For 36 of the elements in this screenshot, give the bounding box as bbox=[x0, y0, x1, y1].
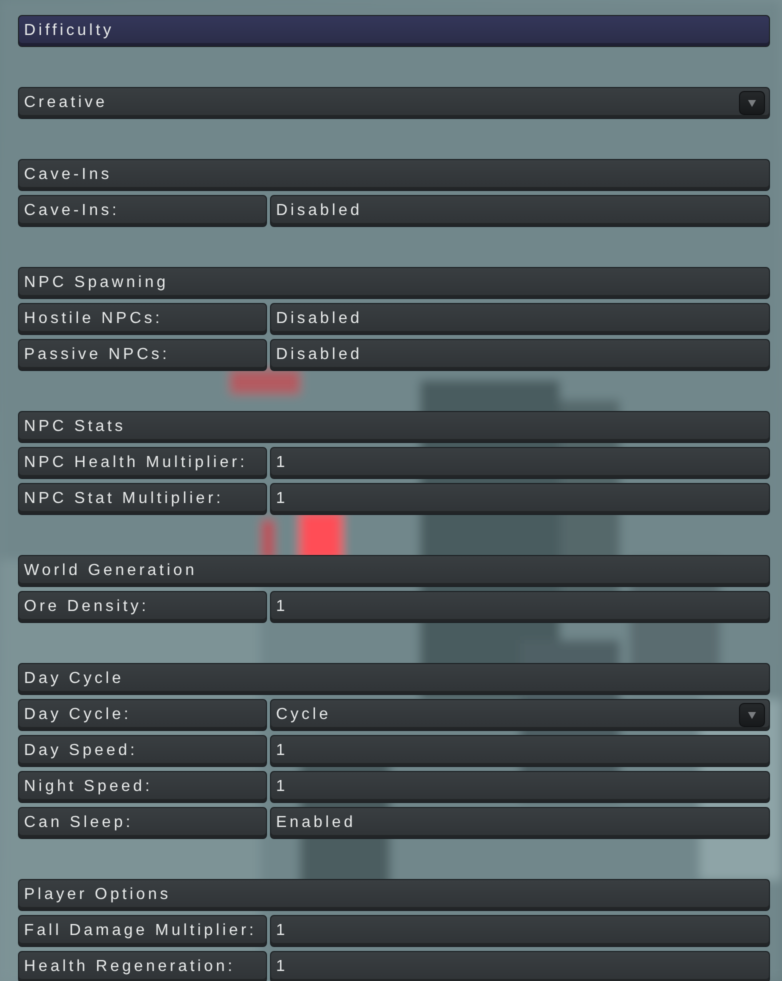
caret-icon bbox=[748, 100, 756, 106]
value-field[interactable]: 1 bbox=[270, 447, 770, 479]
setting-label: Ore Density: bbox=[18, 591, 267, 623]
value-field[interactable]: 1 bbox=[270, 483, 770, 515]
value-field[interactable]: Enabled bbox=[270, 807, 770, 839]
value-field[interactable]: 1 bbox=[270, 591, 770, 623]
section-header: World Generation bbox=[18, 555, 770, 587]
setting-label: NPC Health Multiplier: bbox=[18, 447, 267, 479]
setting-label: Night Speed: bbox=[18, 771, 267, 803]
setting-label: Day Speed: bbox=[18, 735, 267, 767]
section-header: NPC Stats bbox=[18, 411, 770, 443]
value-field[interactable]: Disabled bbox=[270, 303, 770, 335]
setting-label: Passive NPCs: bbox=[18, 339, 267, 371]
setting-label: Hostile NPCs: bbox=[18, 303, 267, 335]
setting-label: Day Cycle: bbox=[18, 699, 267, 731]
value-field[interactable]: 1 bbox=[270, 771, 770, 803]
setting-label: Can Sleep: bbox=[18, 807, 267, 839]
value-field[interactable]: 1 bbox=[270, 915, 770, 947]
value-field[interactable]: Disabled bbox=[270, 339, 770, 371]
value-field[interactable]: 1 bbox=[270, 735, 770, 767]
section-header: Player Options bbox=[18, 879, 770, 911]
value-field[interactable]: 1 bbox=[270, 951, 770, 981]
setting-label: Health Regeneration: bbox=[18, 951, 267, 981]
dropdown-button[interactable] bbox=[739, 91, 765, 115]
value-field[interactable]: Disabled bbox=[270, 195, 770, 227]
setting-label: Fall Damage Multiplier: bbox=[18, 915, 267, 947]
setting-label: NPC Stat Multiplier: bbox=[18, 483, 267, 515]
dropdown-field[interactable]: Creative bbox=[18, 87, 770, 119]
section-header: Difficulty bbox=[18, 15, 770, 47]
setting-label: Cave-Ins: bbox=[18, 195, 267, 227]
dropdown-field[interactable]: Cycle bbox=[270, 699, 770, 731]
dropdown-button[interactable] bbox=[739, 703, 765, 727]
section-header: Cave-Ins bbox=[18, 159, 770, 191]
section-header: NPC Spawning bbox=[18, 267, 770, 299]
section-header: Day Cycle bbox=[18, 663, 770, 695]
caret-icon bbox=[748, 712, 756, 718]
